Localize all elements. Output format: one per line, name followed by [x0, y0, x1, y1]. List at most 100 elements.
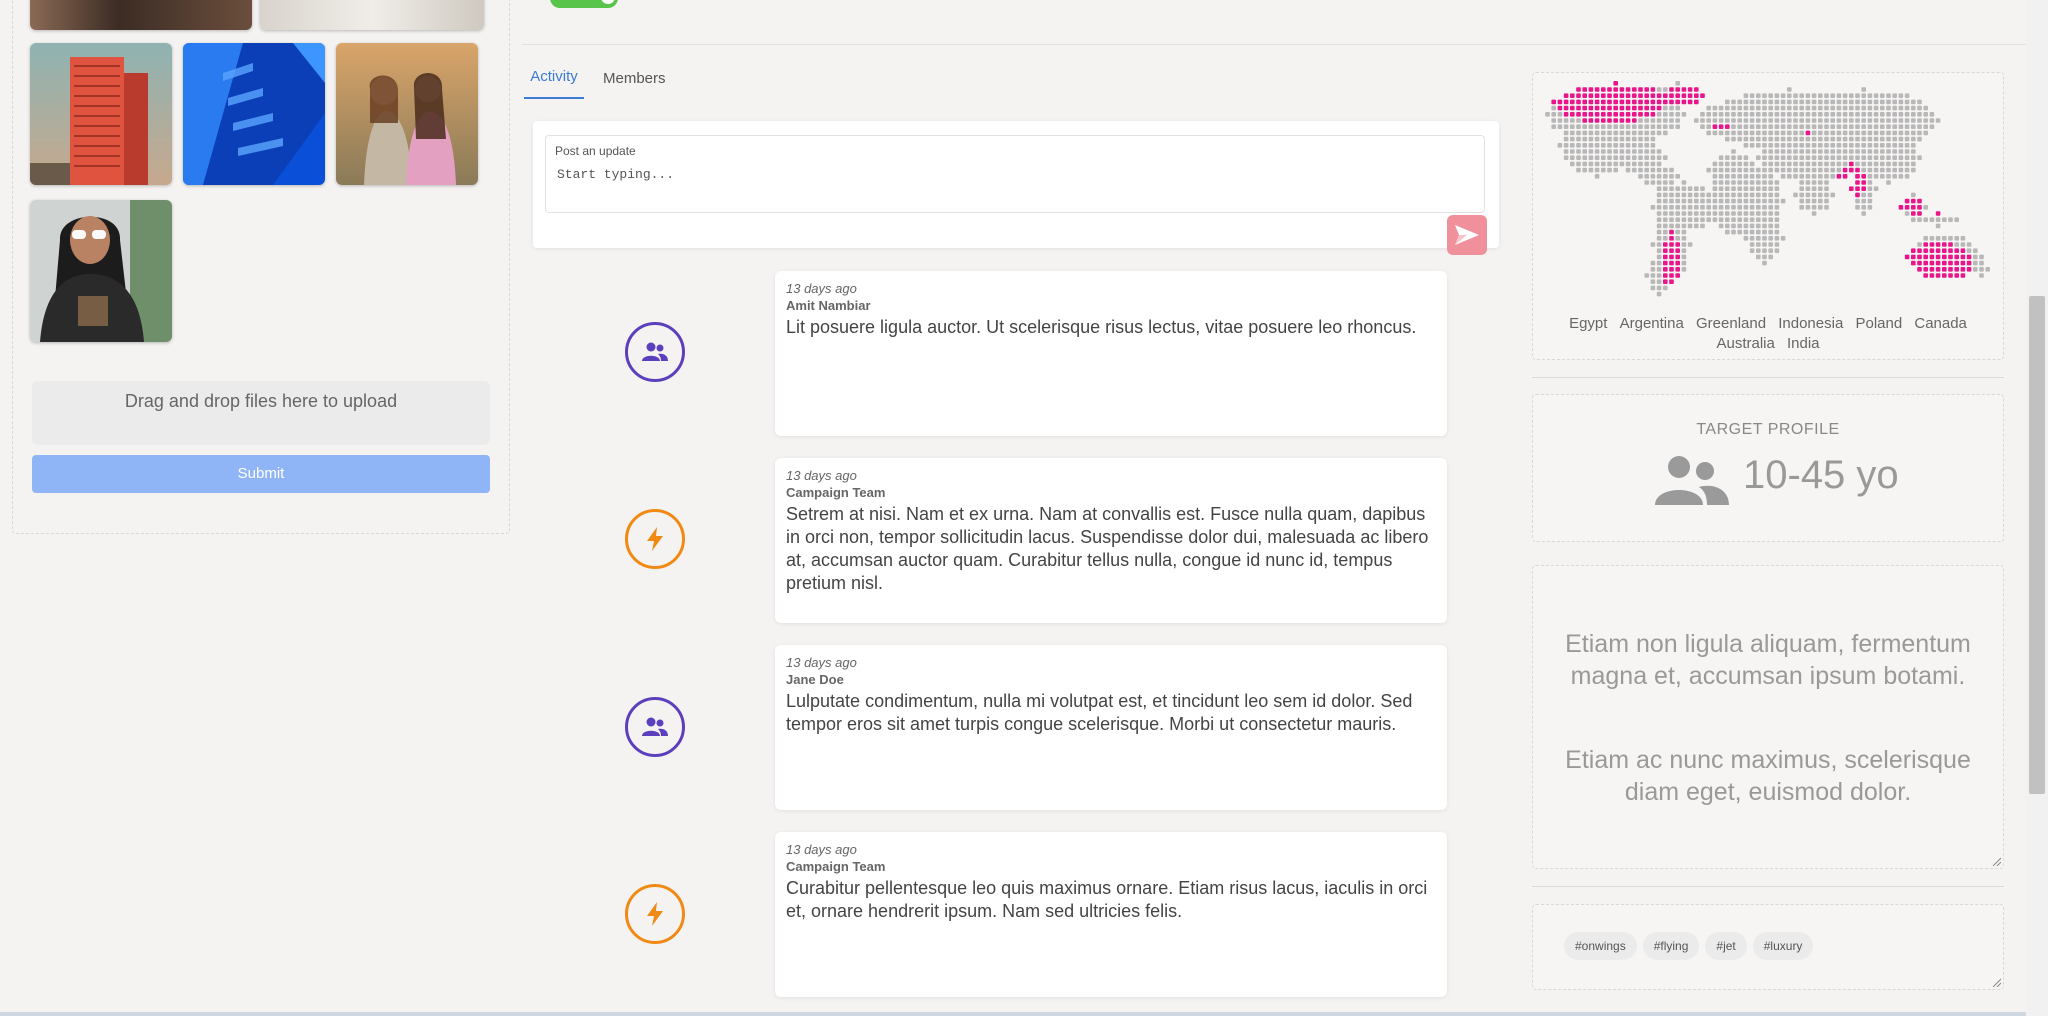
map-dot [1588, 143, 1594, 148]
description-textarea[interactable]: Etiam non ligula aliquam, fermentum magn… [1532, 565, 2004, 869]
map-dot [1675, 217, 1680, 222]
send-button[interactable] [1447, 215, 1487, 255]
map-dot [1743, 130, 1749, 136]
map-dot [1619, 130, 1625, 136]
map-dot [1892, 112, 1897, 117]
map-dot [1954, 254, 1959, 260]
map-dot [1811, 136, 1817, 142]
map-dot [1663, 217, 1668, 222]
map-dot [1613, 143, 1618, 148]
map-dot [1749, 242, 1755, 247]
map-dot [1948, 254, 1953, 260]
map-dot [1855, 155, 1860, 160]
timeline-author[interactable]: Campaign Team [786, 485, 1436, 500]
map-dot [1824, 136, 1829, 142]
thumbnail-portrait-top[interactable] [30, 0, 252, 30]
map-dot [1867, 205, 1873, 210]
map-dot [1886, 149, 1891, 154]
status-toggle[interactable] [550, 0, 618, 8]
map-dot [1737, 112, 1742, 117]
map-dot [1594, 167, 1600, 173]
map-dot [1576, 130, 1581, 136]
tag-chip[interactable]: #flying [1642, 932, 1700, 960]
tag-chip[interactable]: #jet [1705, 932, 1747, 960]
thumbnail-blue-architecture[interactable] [183, 43, 325, 185]
map-dot [1607, 149, 1612, 154]
map-dot [1712, 217, 1718, 222]
map-dot [1923, 124, 1928, 129]
map-dot [1663, 223, 1668, 229]
map-dot [1638, 155, 1643, 160]
map-dot [1849, 167, 1854, 173]
map-dot [1818, 130, 1823, 136]
map-dot [1768, 99, 1773, 105]
map-dot [1830, 99, 1835, 105]
map-dot [1663, 87, 1668, 92]
map-dot [1948, 236, 1953, 241]
map-dot [1836, 112, 1842, 117]
map-dot [1842, 161, 1848, 167]
map-dot [1830, 130, 1835, 136]
map-dot [1675, 112, 1680, 117]
description-paragraph-1: Etiam non ligula aliquam, fermentum magn… [1565, 630, 1971, 690]
map-dot [1663, 118, 1668, 123]
thumbnail-woman-sunglasses[interactable] [30, 200, 172, 342]
map-dot [1663, 174, 1668, 179]
map-dot [1551, 105, 1556, 111]
tag-chip[interactable]: #onwings [1564, 932, 1637, 960]
map-dot [1805, 143, 1811, 148]
map-dot [1650, 285, 1656, 291]
tag-chip[interactable]: #luxury [1752, 932, 1814, 960]
page-scrollbar[interactable] [2026, 0, 2048, 1016]
map-dot [1743, 180, 1749, 185]
timeline-author[interactable]: Jane Doe [786, 672, 1436, 687]
map-dot [1700, 198, 1705, 204]
resize-handle-icon[interactable] [1991, 856, 2001, 866]
thumbnail-white-objects[interactable] [260, 0, 484, 30]
file-dropzone[interactable]: Drag and drop files here to upload [32, 381, 490, 445]
map-dot [1873, 186, 1879, 191]
map-dot [1731, 217, 1736, 222]
map-dot [1867, 192, 1873, 198]
map-dot [1663, 285, 1668, 291]
timeline-author[interactable]: Campaign Team [786, 859, 1436, 874]
map-dot [1687, 87, 1693, 92]
map-dot [1743, 136, 1749, 142]
map-dot [1917, 124, 1922, 129]
map-dot [1594, 136, 1600, 142]
map-dot [1855, 130, 1860, 136]
map-dot [1669, 99, 1674, 105]
map-dot [1979, 273, 1984, 278]
timeline-author[interactable]: Amit Nambiar [786, 298, 1436, 313]
map-dot [1904, 155, 1910, 160]
post-update-input[interactable] [555, 166, 1459, 183]
tab-members[interactable]: Members [603, 70, 666, 87]
map-dot [1700, 217, 1705, 222]
map-dot [1675, 205, 1680, 210]
map-dot [1793, 130, 1798, 136]
map-dot [1718, 167, 1724, 173]
map-dot [1700, 93, 1705, 98]
submit-button[interactable]: Submit [32, 455, 490, 493]
thumbnail-two-women[interactable] [336, 43, 478, 185]
map-dot [1706, 167, 1711, 173]
map-dot [1644, 87, 1649, 92]
map-dot [1929, 254, 1935, 260]
map-dot [1818, 99, 1823, 105]
scrollbar-thumb[interactable] [2029, 296, 2045, 794]
map-dot [1706, 112, 1711, 117]
map-dot [1873, 174, 1879, 179]
map-dot [1743, 192, 1749, 198]
resize-handle-icon[interactable] [1991, 977, 2001, 987]
map-dot [1570, 155, 1575, 160]
map-dot [1830, 192, 1835, 198]
map-dot [1644, 143, 1649, 148]
map-dot [1607, 105, 1612, 111]
map-dot [1656, 118, 1662, 123]
tab-activity[interactable]: Activity [524, 68, 584, 99]
map-dot [1799, 143, 1804, 148]
map-dot [1774, 112, 1780, 117]
tags-panel[interactable]: #onwings #flying #jet #luxury [1532, 904, 2004, 990]
map-dot [1904, 149, 1910, 154]
thumbnail-red-building[interactable] [30, 43, 172, 185]
